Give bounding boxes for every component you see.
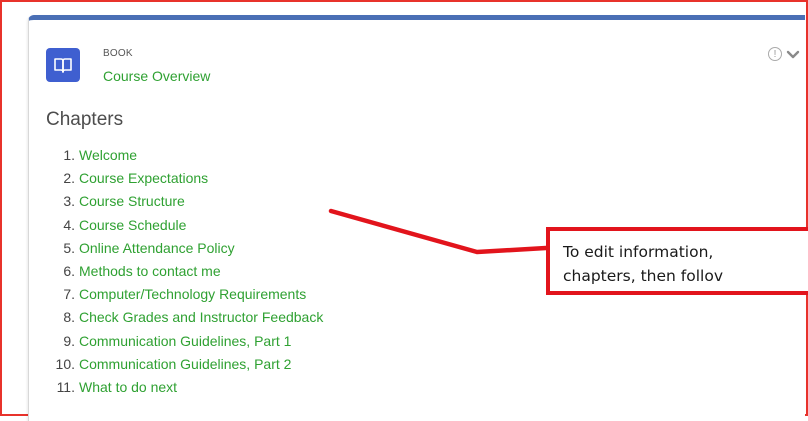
callout-box: To edit information, chapters, then foll… [546, 227, 808, 295]
chapter-number: 3. [63, 193, 75, 210]
chapter-item: 2. Course Expectations [51, 169, 323, 192]
chapter-link[interactable]: What to do next [79, 379, 177, 395]
chapter-number: 1. [63, 147, 75, 163]
chapter-link[interactable]: Computer/Technology Requirements [79, 286, 306, 302]
chapter-link[interactable]: Course Expectations [79, 170, 208, 186]
chapter-item: 6. Methods to contact me [51, 262, 323, 285]
chapter-item: 9. Communication Guidelines, Part 1 [51, 332, 323, 355]
book-resource-card: BOOK Course Overview ! Chapters 1. Welcom… [28, 15, 805, 421]
chapter-item: 5. Online Attendance Policy [51, 239, 323, 262]
chapter-link[interactable]: Course Schedule [79, 217, 186, 233]
callout-text-line-1: To edit information, [563, 243, 714, 261]
info-icon[interactable]: ! [768, 47, 782, 61]
chapter-link[interactable]: Communication Guidelines, Part 2 [79, 356, 291, 372]
chapter-number: 10. [55, 355, 75, 372]
chapter-item: 11. What to do next [51, 378, 323, 401]
chapter-number: 7. [63, 286, 75, 303]
chapter-number: 5. [63, 239, 75, 256]
book-open-glyph [54, 58, 72, 73]
chapter-link[interactable]: Methods to contact me [79, 263, 221, 279]
chapter-link[interactable]: Welcome [79, 147, 137, 163]
chapter-item: 3. Course Structure [51, 192, 323, 215]
chapter-link[interactable]: Check Grades and Instructor Feedback [79, 309, 323, 325]
chapter-link[interactable]: Online Attendance Policy [79, 240, 235, 256]
chapter-number: 6. [63, 262, 75, 279]
chapter-number: 9. [63, 332, 75, 349]
chapter-link[interactable]: Course Structure [79, 193, 185, 209]
chapter-number: 8. [63, 309, 75, 326]
chapters-heading: Chapters [46, 109, 124, 130]
chevron-down-icon[interactable] [786, 50, 800, 60]
chapter-link[interactable]: Communication Guidelines, Part 1 [79, 333, 291, 349]
book-open-icon[interactable] [46, 48, 80, 82]
resource-type-label: BOOK [103, 48, 133, 59]
chapter-item: 10. Communication Guidelines, Part 2 [51, 355, 323, 378]
chapter-item: 7. Computer/Technology Requirements [51, 285, 323, 308]
chapter-item: 4. Course Schedule [51, 216, 323, 239]
chapter-list: 1. Welcome 2. Course Expectations 3. Course… [51, 146, 324, 401]
chapter-number: 11. [56, 378, 75, 395]
resource-title-link[interactable]: Course Overview [103, 68, 210, 84]
callout-text-line-2: chapters, then follov [563, 267, 723, 285]
chapter-number: 4. [63, 216, 75, 233]
chapter-item: 1. Welcome [51, 146, 323, 169]
chapter-item: 8. Check Grades and Instructor Feedback [51, 308, 323, 331]
chapter-number: 2. [63, 170, 75, 187]
